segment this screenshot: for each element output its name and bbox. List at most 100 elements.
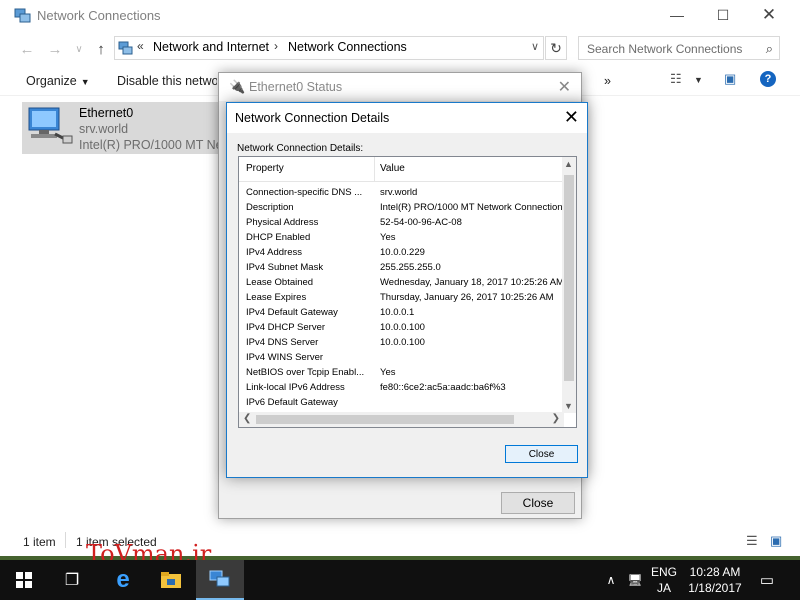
maximize-button[interactable]: ☐	[700, 0, 746, 30]
row-value: Wednesday, January 18, 2017 10:25:26 AM	[380, 277, 564, 288]
address-overflow[interactable]: «	[137, 39, 144, 53]
forward-arrow-icon[interactable]: →	[44, 38, 66, 60]
details-dialog-titlebar[interactable]: Network Connection Details ✕	[227, 103, 587, 133]
table-row[interactable]: IPv4 Subnet Mask 255.255.255.0	[239, 262, 564, 277]
column-divider[interactable]	[374, 157, 375, 182]
row-property: DHCP Enabled	[246, 232, 311, 243]
row-value: 10.0.0.1	[380, 307, 415, 318]
scroll-right-icon[interactable]: ❯	[552, 413, 560, 424]
table-row[interactable]: IPv4 WINS Server	[239, 352, 564, 367]
details-dialog-close-icon[interactable]: ✕	[564, 107, 579, 128]
row-value: Thursday, January 26, 2017 10:25:26 AM	[380, 292, 554, 303]
action-center-icon[interactable]: ▭	[752, 560, 782, 600]
change-view-icon[interactable]: ☷	[670, 71, 682, 87]
column-header-value[interactable]: Value	[380, 163, 405, 174]
scroll-left-icon[interactable]: ❮	[243, 413, 251, 424]
view-options-chevron-down-icon[interactable]: ▼	[694, 75, 703, 85]
row-value: 52-54-00-96-AC-08	[380, 217, 462, 228]
horizontal-scrollbar[interactable]: ❮ ❯	[239, 412, 564, 427]
show-hidden-icons-chevron-up-icon[interactable]: ∧	[600, 560, 622, 600]
details-dialog-title: Network Connection Details	[235, 111, 390, 125]
status-dialog-close-icon[interactable]: ✕	[558, 77, 571, 97]
taskbar: ❐ e ∧ 🖥 ENG JA 10:28 AM 1/18/2017 ▭	[0, 560, 800, 600]
horizontal-scroll-thumb[interactable]	[256, 415, 514, 424]
network-connections-icon	[14, 8, 31, 23]
status-dialog-title: Ethernet0 Status	[249, 80, 343, 94]
language-primary: ENG	[650, 565, 677, 579]
table-row[interactable]: IPv4 Address 10.0.0.229	[239, 247, 564, 262]
close-button[interactable]: ✕	[746, 0, 792, 30]
scroll-down-icon[interactable]: ▼	[564, 401, 573, 411]
table-row[interactable]: IPv6 Default Gateway	[239, 397, 564, 412]
row-property: IPv4 Address	[246, 247, 302, 258]
search-input[interactable]: Search Network Connections ⌕	[578, 36, 780, 60]
disable-device-button[interactable]: Disable this network device	[117, 74, 217, 88]
row-property: IPv4 DNS Server	[246, 337, 319, 348]
vertical-scrollbar[interactable]: ▲ ▼	[562, 157, 576, 413]
details-label: Network Connection Details:	[237, 143, 364, 154]
status-dialog-titlebar[interactable]: 🔌 Ethernet0 Status ✕	[219, 73, 581, 101]
details-listview[interactable]: Property Value Connection-specific DNS .…	[238, 156, 577, 428]
clock-date: 1/18/2017	[688, 581, 742, 595]
vertical-scroll-thumb[interactable]	[564, 175, 574, 381]
breadcrumb-network-connections[interactable]: Network Connections	[288, 40, 407, 54]
help-icon[interactable]: ?	[760, 71, 776, 87]
table-row[interactable]: Lease Expires Thursday, January 26, 2017 …	[239, 292, 564, 307]
input-language-indicator[interactable]: ENG JA	[648, 560, 680, 600]
status-divider	[65, 532, 66, 548]
row-property: Physical Address	[246, 217, 319, 228]
more-commands-button[interactable]: »	[604, 74, 611, 88]
edge-browser-icon[interactable]: e	[99, 560, 147, 600]
clock[interactable]: 10:28 AM 1/18/2017	[682, 560, 748, 600]
item-network: srv.world	[79, 122, 129, 136]
details-dialog-close-button[interactable]: Close	[505, 445, 578, 463]
table-row[interactable]: Connection-specific DNS ... srv.world	[239, 187, 564, 202]
table-row[interactable]: IPv4 DHCP Server 10.0.0.100	[239, 322, 564, 337]
minimize-button[interactable]: —	[654, 0, 700, 30]
back-arrow-icon[interactable]: ←	[16, 38, 38, 60]
network-connections-taskbar-icon[interactable]	[196, 560, 244, 600]
up-arrow-icon[interactable]: ↑	[90, 38, 112, 60]
ethernet-adapter-icon	[28, 107, 73, 144]
status-dialog-close-button[interactable]: Close	[501, 492, 575, 514]
address-bar[interactable]: « Network and Internet › Network Connect…	[114, 36, 544, 60]
table-row[interactable]: Lease Obtained Wednesday, January 18, 201…	[239, 277, 564, 292]
table-row[interactable]: DHCP Enabled Yes	[239, 232, 564, 247]
row-value: Intel(R) PRO/1000 MT Network Connection	[380, 202, 563, 213]
control-panel-icon	[118, 41, 133, 55]
row-value: 10.0.0.100	[380, 322, 425, 333]
network-status-icon[interactable]: 🖥	[624, 560, 646, 600]
item-name: Ethernet0	[79, 106, 134, 120]
table-row[interactable]: NetBIOS over Tcpip Enabl... Yes	[239, 367, 564, 382]
row-property: IPv4 Subnet Mask	[246, 262, 324, 273]
task-view-icon[interactable]: ❐	[48, 560, 96, 600]
column-header-property[interactable]: Property	[246, 163, 284, 174]
preview-pane-icon[interactable]: ▣	[724, 71, 736, 87]
row-property: Description	[246, 202, 294, 213]
row-value: 10.0.0.229	[380, 247, 425, 258]
table-row[interactable]: IPv4 Default Gateway 10.0.0.1	[239, 307, 564, 322]
table-row[interactable]: IPv4 DNS Server 10.0.0.100	[239, 337, 564, 352]
start-button[interactable]	[0, 560, 48, 600]
recent-chevron-down-icon[interactable]: ∨	[68, 38, 90, 60]
organize-menu[interactable]: Organize ▼	[26, 74, 90, 88]
row-value: 255.255.255.0	[380, 262, 441, 273]
breadcrumb-network-and-internet[interactable]: Network and Internet	[153, 40, 269, 54]
table-row[interactable]: Physical Address 52-54-00-96-AC-08	[239, 217, 564, 232]
explorer-titlebar[interactable]: Network Connections — ☐ ✕	[0, 0, 800, 32]
large-icons-view-icon[interactable]: ▣	[770, 533, 782, 549]
address-row: ← → ∨ ↑ « Network and Internet › Network…	[0, 32, 800, 64]
row-value: fe80::6ce2:ac5a:aadc:ba6f%3	[380, 382, 506, 393]
refresh-icon[interactable]: ↻	[545, 36, 567, 60]
row-value: Yes	[380, 232, 396, 243]
windows-logo-icon	[16, 572, 32, 588]
breadcrumb-separator[interactable]: ›	[274, 39, 278, 53]
scroll-up-icon[interactable]: ▲	[564, 159, 573, 169]
address-dropdown-icon[interactable]: ∨	[531, 40, 539, 53]
table-row[interactable]: Description Intel(R) PRO/1000 MT Network …	[239, 202, 564, 217]
item-count: 1 item	[23, 535, 56, 549]
details-view-icon[interactable]: ☰	[746, 533, 758, 549]
table-row[interactable]: Link-local IPv6 Address fe80::6ce2:ac5a:a…	[239, 382, 564, 397]
row-property: IPv4 WINS Server	[246, 352, 324, 363]
file-explorer-icon[interactable]	[147, 560, 195, 600]
